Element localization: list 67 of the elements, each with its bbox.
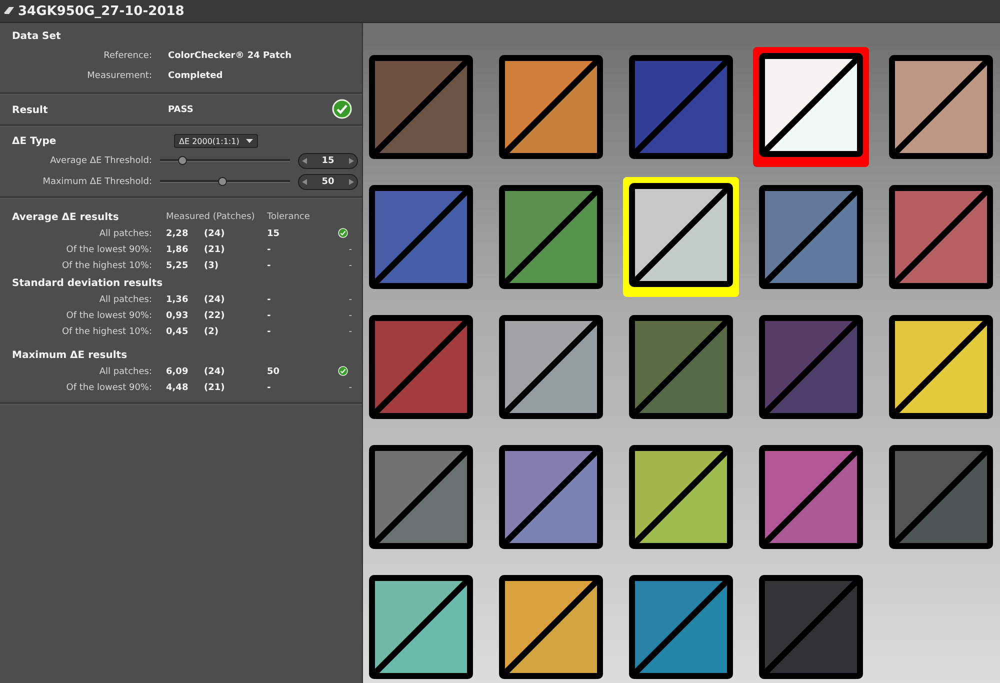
row-label: Of the lowest 90%: bbox=[65, 311, 152, 321]
column-header: Tolerance bbox=[266, 212, 311, 222]
section-heading: Average ΔE results bbox=[12, 212, 120, 222]
threshold-label: Average ΔE Threshold: bbox=[49, 156, 152, 166]
window-title: 34GK950G_27-10-2018 bbox=[18, 4, 184, 18]
left-arrow-icon[interactable] bbox=[302, 178, 307, 184]
section-heading: Data Set bbox=[12, 31, 62, 42]
table-cell-text: (24) bbox=[204, 367, 226, 377]
table-cell-text: - bbox=[348, 383, 352, 393]
result-label: Result bbox=[12, 104, 49, 116]
row-label: Of the lowest 90%: bbox=[65, 245, 152, 255]
table-cell-text: - bbox=[266, 261, 272, 271]
field-label: Measurement: bbox=[86, 71, 152, 81]
table-cell-text: (22) bbox=[204, 311, 226, 321]
delta-e-type-dropdown[interactable]: ΔE 2000(1:1:1) bbox=[174, 134, 258, 148]
check-icon bbox=[338, 228, 348, 238]
table-cell-text: (21) bbox=[204, 383, 226, 393]
threshold-label: Maximum ΔE Threshold: bbox=[42, 176, 152, 186]
table-cell-text: - bbox=[348, 245, 352, 255]
table-cell-text: 0,93 bbox=[165, 311, 190, 321]
row-label: All patches: bbox=[98, 295, 152, 305]
table-cell-text: (3) bbox=[204, 261, 220, 271]
table-cell-text: - bbox=[348, 295, 352, 305]
check-icon bbox=[332, 98, 352, 118]
table-cell-text: (21) bbox=[204, 245, 226, 255]
table-cell-text: - bbox=[266, 311, 272, 321]
table-cell-text: (24) bbox=[204, 295, 226, 305]
result-value: PASS bbox=[168, 105, 194, 115]
row-label: All patches: bbox=[98, 229, 152, 239]
column-header: Measured (Patches) bbox=[165, 212, 256, 222]
table-cell-text: - bbox=[266, 245, 272, 255]
table-cell-text: (24) bbox=[204, 229, 226, 239]
check-icon bbox=[338, 366, 348, 376]
section-heading: ΔE Type bbox=[12, 136, 58, 146]
left-arrow-icon[interactable] bbox=[302, 158, 307, 164]
section-heading: Maximum ΔE results bbox=[12, 350, 128, 360]
right-arrow-icon[interactable] bbox=[349, 158, 354, 164]
right-arrow-icon[interactable] bbox=[349, 178, 354, 184]
table-cell-text: - bbox=[348, 311, 352, 321]
table-cell-text: 5,25 bbox=[165, 261, 190, 271]
table-cell-text: 2,28 bbox=[165, 229, 190, 239]
row-label: Of the lowest 90%: bbox=[65, 383, 152, 393]
threshold-spinbox[interactable]: 50 bbox=[298, 174, 358, 190]
row-label: All patches: bbox=[98, 367, 152, 377]
caret-icon bbox=[246, 139, 253, 143]
table-cell-text: 50 bbox=[266, 367, 281, 377]
field-value: ColorChecker® 24 Patch bbox=[168, 51, 292, 61]
field-value: Completed bbox=[168, 71, 224, 81]
table-cell-text: 0,45 bbox=[165, 327, 190, 337]
table-cell-text: 4,48 bbox=[165, 383, 190, 393]
table-cell-text: (2) bbox=[204, 327, 220, 337]
row-label: Of the highest 10%: bbox=[60, 327, 152, 337]
table-cell-text: - bbox=[348, 261, 352, 271]
field-label: Reference: bbox=[102, 51, 152, 61]
table-cell-text: - bbox=[266, 295, 272, 305]
table-cell-text: - bbox=[348, 327, 352, 337]
slider-thumb[interactable] bbox=[218, 177, 228, 186]
table-cell-text: 1,86 bbox=[165, 245, 190, 255]
threshold-spinbox[interactable]: 15 bbox=[298, 152, 358, 168]
table-cell-text: - bbox=[266, 383, 272, 393]
section-heading: Standard deviation results bbox=[12, 278, 164, 288]
row-label: Of the highest 10%: bbox=[60, 261, 152, 271]
slider-thumb[interactable] bbox=[178, 156, 188, 165]
table-cell-text: 15 bbox=[266, 229, 281, 239]
table-cell-text: - bbox=[266, 327, 272, 337]
table-cell-text: 1,36 bbox=[165, 295, 190, 305]
table-cell-text: 6,09 bbox=[165, 367, 190, 377]
